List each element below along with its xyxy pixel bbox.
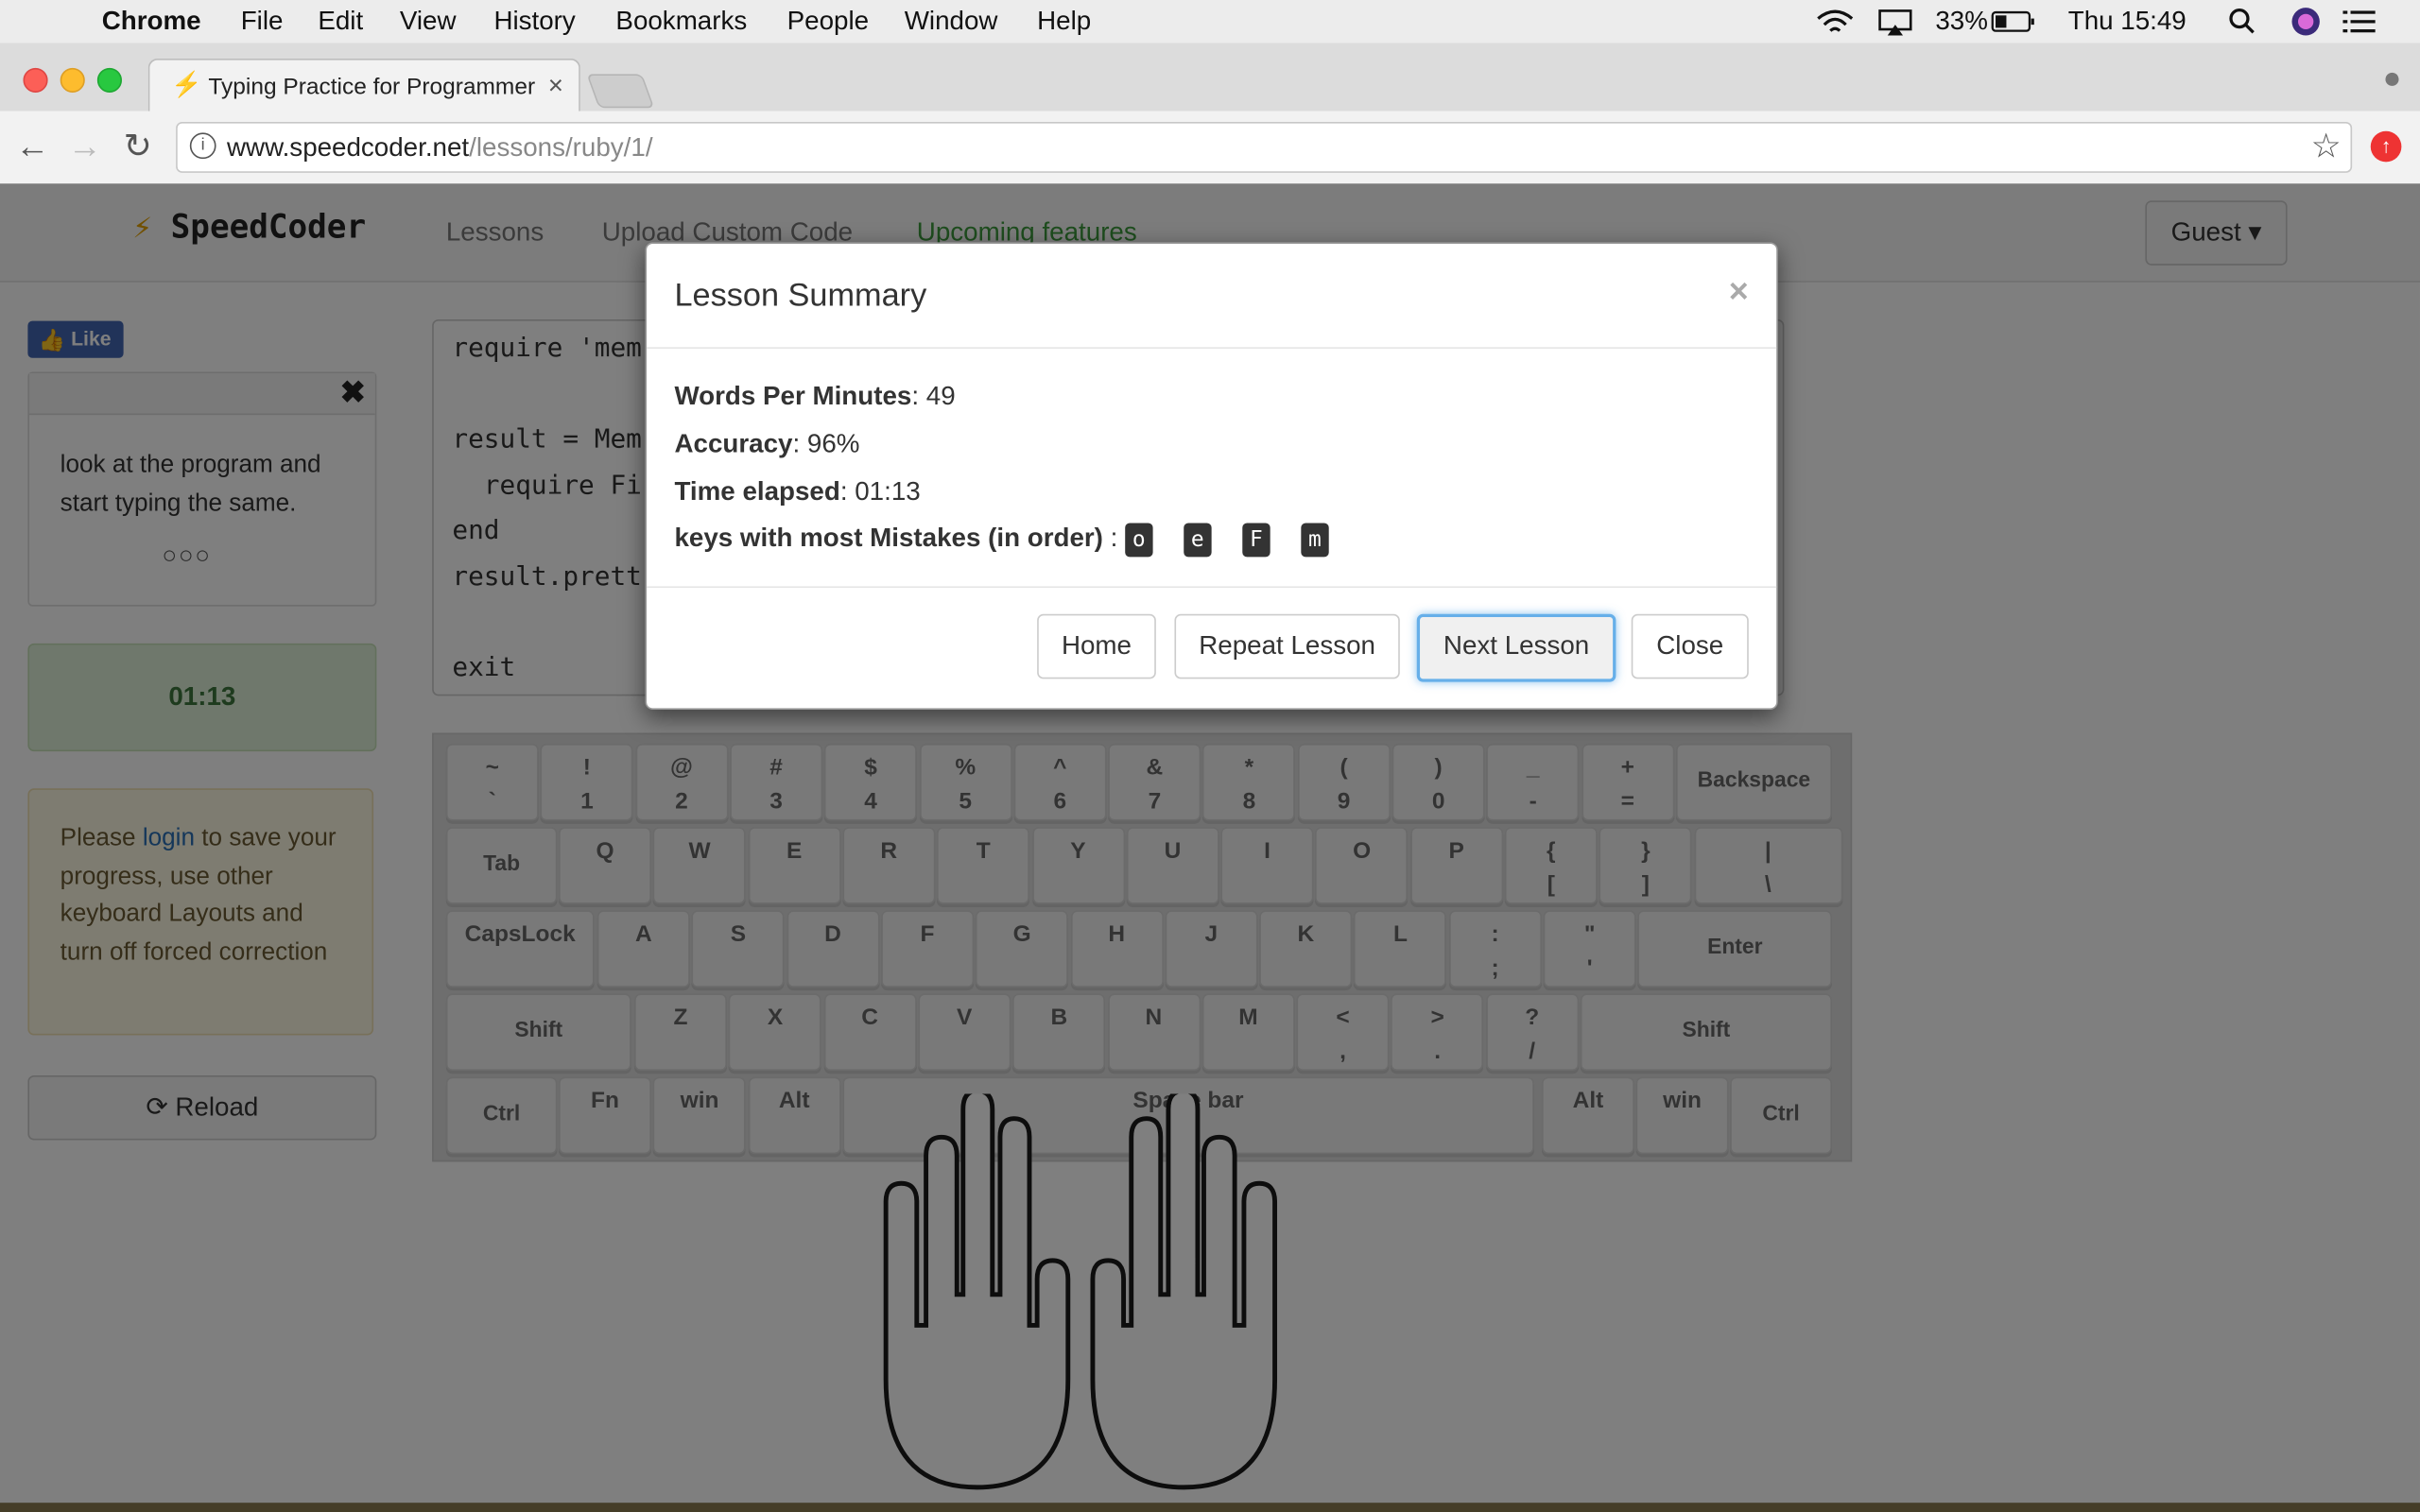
accuracy-label: Accuracy <box>674 428 793 458</box>
address-url[interactable]: www.speedcoder.net/lessons/ruby/1/ <box>227 132 653 163</box>
accuracy-value: : 96% <box>792 428 860 458</box>
menu-app-name[interactable]: Chrome <box>102 7 201 38</box>
address-bar[interactable]: i www.speedcoder.net/lessons/ruby/1/ ☆ <box>176 121 2353 173</box>
window-close-button[interactable] <box>23 67 48 93</box>
siri-icon[interactable] <box>2290 7 2322 38</box>
spotlight-search-icon[interactable] <box>2229 8 2256 35</box>
tab-close-icon[interactable]: × <box>548 71 563 102</box>
mistakes-label: keys with most Mistakes (in order) <box>674 523 1103 553</box>
notification-center-icon[interactable] <box>2342 9 2377 34</box>
lightning-favicon-icon: ⚡ <box>171 72 202 99</box>
next-lesson-button[interactable]: Next Lesson <box>1416 613 1616 682</box>
wpm-value: : 49 <box>911 381 956 411</box>
menu-history[interactable]: History <box>493 7 575 38</box>
modal-header: Lesson Summary × <box>647 244 1777 349</box>
new-tab-button[interactable] <box>586 74 655 109</box>
reload-icon[interactable]: ↻ <box>124 127 152 166</box>
menu-people[interactable]: People <box>787 7 869 38</box>
menu-clock[interactable]: Thu 15:49 <box>2068 7 2187 38</box>
extension-icon[interactable]: ↑ <box>2370 130 2402 163</box>
mistakes-separator: : <box>1102 523 1126 553</box>
airplay-icon[interactable] <box>1876 8 1913 36</box>
window-zoom-button[interactable] <box>96 67 122 93</box>
repeat-lesson-button[interactable]: Repeat Lesson <box>1174 613 1400 679</box>
time-row: Time elapsed: 01:13 <box>674 476 920 507</box>
close-button[interactable]: Close <box>1631 613 1749 679</box>
modal-title: Lesson Summary <box>674 277 927 314</box>
profile-icon[interactable]: ● <box>2383 61 2402 97</box>
modal-close-icon[interactable]: × <box>1729 271 1749 311</box>
wpm-label: Words Per Minutes <box>674 381 912 411</box>
battery-icon[interactable] <box>1991 9 2037 34</box>
tab-title: Typing Practice for Programmers <box>208 74 536 101</box>
mistake-key: e <box>1184 523 1212 558</box>
mistake-key: m <box>1301 523 1329 558</box>
mistakes-row: keys with most Mistakes (in order) : oeF… <box>674 523 1359 558</box>
wifi-icon[interactable] <box>1815 8 1855 35</box>
home-button[interactable]: Home <box>1037 613 1156 679</box>
menu-file[interactable]: File <box>241 7 284 38</box>
lesson-summary-modal: Lesson Summary × Words Per Minutes: 49 A… <box>645 242 1778 711</box>
accuracy-row: Accuracy: 96% <box>674 429 859 460</box>
time-value: : 01:13 <box>839 476 921 507</box>
time-label: Time elapsed <box>674 476 840 507</box>
battery-percent: 33% <box>1935 6 1988 36</box>
menu-view[interactable]: View <box>400 7 457 38</box>
menu-bookmarks[interactable]: Bookmarks <box>615 7 747 38</box>
window-minimize-button[interactable] <box>60 67 85 93</box>
mistake-key: o <box>1125 523 1153 558</box>
mac-menu-bar: Chrome File Edit View History Bookmarks … <box>0 0 2420 45</box>
url-path: /lessons/ruby/1/ <box>469 132 653 163</box>
menu-edit[interactable]: Edit <box>318 7 363 38</box>
browser-tab[interactable]: ⚡ Typing Practice for Programmers × <box>147 59 580 116</box>
menu-window[interactable]: Window <box>905 7 998 38</box>
back-icon[interactable]: ← <box>15 127 49 166</box>
modal-footer-divider <box>647 586 1777 589</box>
browser-toolbar: ← → ↻ i www.speedcoder.net/lessons/ruby/… <box>0 111 2420 185</box>
wpm-row: Words Per Minutes: 49 <box>674 381 955 412</box>
bookmark-star-icon[interactable]: ☆ <box>2311 127 2342 166</box>
mistake-key: F <box>1242 523 1270 558</box>
site-info-icon[interactable]: i <box>189 132 216 160</box>
url-host: www.speedcoder.net <box>226 132 470 163</box>
menu-help[interactable]: Help <box>1037 7 1091 38</box>
forward-icon[interactable]: → <box>68 127 102 166</box>
